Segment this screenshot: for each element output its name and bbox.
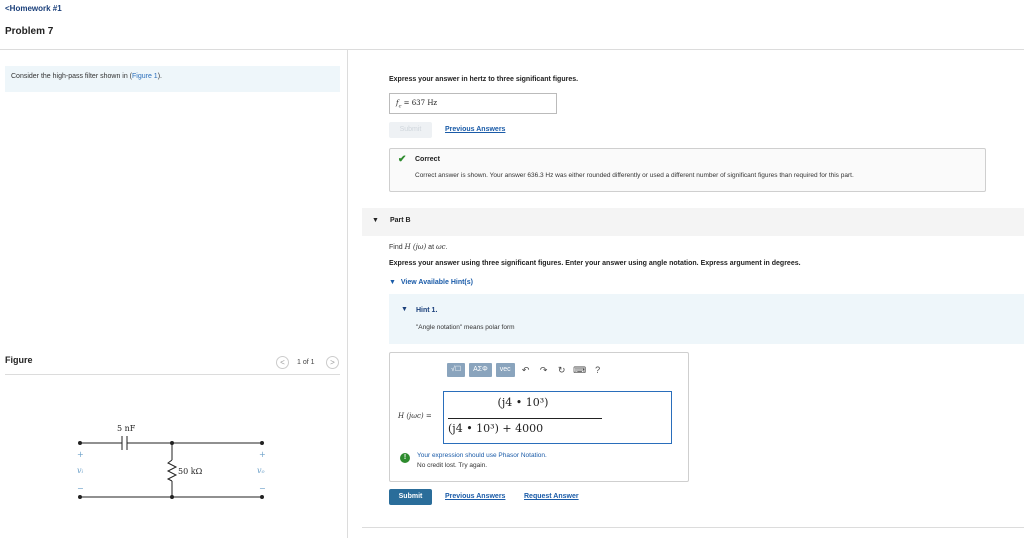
caret-down-icon: ▼ (372, 217, 379, 224)
chevron-right-icon: > (330, 358, 335, 367)
bottom-divider (362, 527, 1024, 528)
problem-title: Problem 7 (5, 26, 54, 37)
feedback-message: Correct answer is shown. Your answer 636… (415, 172, 854, 179)
problem-prompt: Consider the high-pass filter shown in (… (5, 66, 340, 92)
find-omega: ωc (435, 243, 446, 251)
part-b-title: Part B (390, 217, 411, 224)
view-hints-label: View Available Hint(s) (400, 279, 473, 286)
part-a-submit-button: Submit (389, 122, 432, 138)
part-b-submit-button[interactable]: Submit (389, 489, 432, 505)
resistor-label: 50 kΩ (178, 467, 203, 476)
fraction-numerator: (j4 • 10³) (497, 396, 549, 409)
feedback-note: No credit lost. Try again. (417, 462, 488, 469)
part-b-instruction: Express your answer using three signific… (389, 260, 801, 267)
prev-figure-button[interactable]: < (276, 356, 289, 369)
part-b-previous-answers-link[interactable]: Previous Answers (445, 493, 505, 500)
vo-plus: + (259, 450, 266, 459)
back-to-homework-link[interactable]: <Homework #1 (5, 4, 62, 13)
figure-heading: Figure (5, 355, 33, 365)
vi-label: vᵢ (77, 466, 84, 475)
part-b-question: Find H (jω) at ωc. (389, 243, 448, 251)
part-a-answer-field[interactable]: fc = 637 Hz (389, 93, 557, 114)
figure-link[interactable]: Figure 1 (132, 73, 158, 80)
vi-plus: + (77, 450, 84, 459)
prompt-suffix: ). (157, 73, 162, 80)
hint-panel: ▼ (389, 294, 1024, 344)
find-suffix: . (445, 244, 448, 251)
help-icon[interactable]: ? (591, 365, 605, 375)
figure-pager: 1 of 1 (297, 359, 315, 366)
caret-down-icon: ▼ (389, 279, 396, 286)
vo-label: vₒ (257, 466, 265, 475)
part-b-header[interactable]: ▼ (362, 208, 1024, 236)
alert-icon: ! (400, 453, 410, 463)
answer-unit: Hz (427, 99, 438, 107)
high-pass-filter-circuit: 5 nF 50 kΩ + vᵢ − + vₒ − (77, 424, 266, 499)
undo-icon[interactable]: ↶ (519, 365, 533, 376)
next-figure-button[interactable]: > (326, 356, 339, 369)
check-icon: ✔ (398, 154, 407, 165)
expression-label: H (jωc) = (398, 412, 432, 420)
redo-icon[interactable]: ↷ (537, 365, 551, 376)
expression-input[interactable]: (j4 • 10³) (j4 • 10³) + 4000 (443, 391, 672, 444)
column-divider (347, 49, 348, 538)
prompt-prefix: Consider the high-pass filter shown in ( (11, 73, 133, 80)
find-prefix: Find (389, 244, 405, 251)
find-mid: at (426, 244, 436, 251)
templates-button[interactable]: √☐ (447, 363, 466, 377)
greek-symbols-button[interactable]: ΑΣΦ (469, 363, 492, 377)
feedback-title: Correct (415, 156, 440, 163)
hint-title[interactable]: Hint 1. (416, 307, 437, 314)
math-toolbar: √☐ ΑΣΦ vec ↶ ↷ ↻ ⌨ ? (447, 362, 605, 378)
request-answer-link[interactable]: Request Answer (524, 493, 579, 500)
hint-text: "Angle notation" means polar form (416, 324, 515, 331)
keyboard-icon[interactable]: ⌨ (573, 365, 587, 376)
vo-minus: − (259, 484, 266, 493)
figure-divider (5, 374, 340, 375)
capacitor-label: 5 nF (117, 424, 136, 433)
find-expression: H (jω) (404, 243, 427, 251)
reset-icon[interactable]: ↻ (555, 365, 569, 376)
fraction-denominator: (j4 • 10³) + 4000 (448, 422, 544, 435)
header-divider (0, 49, 1024, 50)
fraction-bar (448, 418, 602, 419)
part-b-answer-panel: √☐ ΑΣΦ vec ↶ ↷ ↻ ⌨ ? H (jωc) = (j4 • 10³… (389, 352, 689, 482)
view-hints-toggle[interactable]: ▼ View Available Hint(s) (389, 279, 473, 286)
feedback-warning: Your expression should use Phasor Notati… (417, 452, 547, 459)
answer-value: = 637 (401, 99, 428, 107)
part-a-instruction: Express your answer in hertz to three si… (389, 76, 579, 83)
chevron-left-icon: < (280, 358, 285, 367)
caret-down-icon: ▼ (401, 306, 408, 313)
vector-button[interactable]: vec (495, 363, 515, 377)
vi-minus: − (77, 484, 84, 493)
part-a-previous-answers-link[interactable]: Previous Answers (445, 126, 505, 133)
part-a-feedback-box: ✔ Correct Correct answer is shown. Your … (389, 148, 986, 192)
